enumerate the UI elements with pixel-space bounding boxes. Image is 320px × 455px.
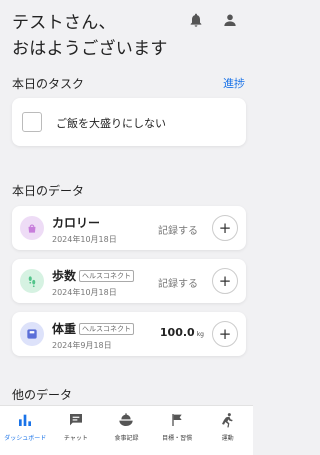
greeting-line-1: テストさん、 [12, 13, 116, 33]
meal-icon [119, 413, 134, 426]
add-steps-button[interactable]: + [212, 268, 238, 294]
task-checkbox[interactable] [22, 112, 42, 132]
scale-icon [20, 322, 44, 346]
tab-label: チャット [63, 435, 88, 442]
tab-label: ダッシュボード [4, 435, 47, 442]
tab-dashboard[interactable]: ダッシュボード [0, 406, 51, 455]
tab-label: 目標・習慣 [162, 435, 193, 442]
source-tag: ヘルスコネクト [79, 322, 135, 335]
calorie-card[interactable]: カロリー 2024年10月18日 記録する + [12, 206, 246, 250]
card-title: 体重 ヘルスコネクト [52, 320, 135, 337]
card-date: 2024年9月18日 [52, 341, 112, 350]
card-date: 2024年10月18日 [52, 288, 117, 297]
task-item[interactable]: ご飯を大盛りにしない [12, 98, 246, 146]
add-calorie-button[interactable]: + [212, 215, 238, 241]
run-icon [221, 413, 233, 428]
data-section-title: 本日のデータ [12, 184, 85, 198]
greeting-line-2: おはようございます [12, 39, 168, 59]
weight-card[interactable]: 体重 ヘルスコネクト 2024年9月18日 100.0 kg + [12, 312, 246, 356]
bar-chart-icon [19, 414, 32, 426]
bottom-tab-bar: ダッシュボード チャット 食事記録 目標・習慣 運動 [0, 405, 253, 455]
source-tag: ヘルスコネクト [79, 269, 135, 282]
chat-icon [69, 414, 82, 426]
tab-meal-log[interactable]: 食事記録 [101, 406, 152, 455]
tab-label: 運動 [221, 435, 234, 442]
footsteps-icon [20, 269, 44, 293]
greeting: テストさん、 おはようございます [12, 10, 168, 62]
calorie-icon [20, 216, 44, 240]
notification-bell-icon[interactable] [188, 12, 204, 28]
task-label: ご飯を大盛りにしない [56, 117, 166, 130]
record-link[interactable]: 記録する [158, 275, 198, 290]
add-weight-button[interactable]: + [212, 321, 238, 347]
steps-card[interactable]: 歩数 ヘルスコネクト 2024年10月18日 記録する + [12, 259, 246, 303]
tab-label: 食事記録 [114, 435, 139, 442]
other-section-title: 他のデータ [12, 388, 73, 402]
flag-icon [172, 414, 182, 426]
account-icon[interactable] [222, 12, 238, 28]
card-title: 歩数 ヘルスコネクト [52, 267, 135, 284]
progress-link[interactable]: 進捗 [223, 75, 245, 91]
card-title: カロリー [52, 216, 101, 230]
tab-goals-habits[interactable]: 目標・習慣 [152, 406, 203, 455]
tasks-section-title: 本日のタスク [12, 77, 85, 91]
tab-chat[interactable]: チャット [51, 406, 102, 455]
record-link[interactable]: 記録する [158, 222, 198, 237]
tab-exercise[interactable]: 運動 [202, 406, 253, 455]
weight-value: 100.0 kg [159, 326, 204, 339]
card-date: 2024年10月18日 [52, 235, 117, 244]
